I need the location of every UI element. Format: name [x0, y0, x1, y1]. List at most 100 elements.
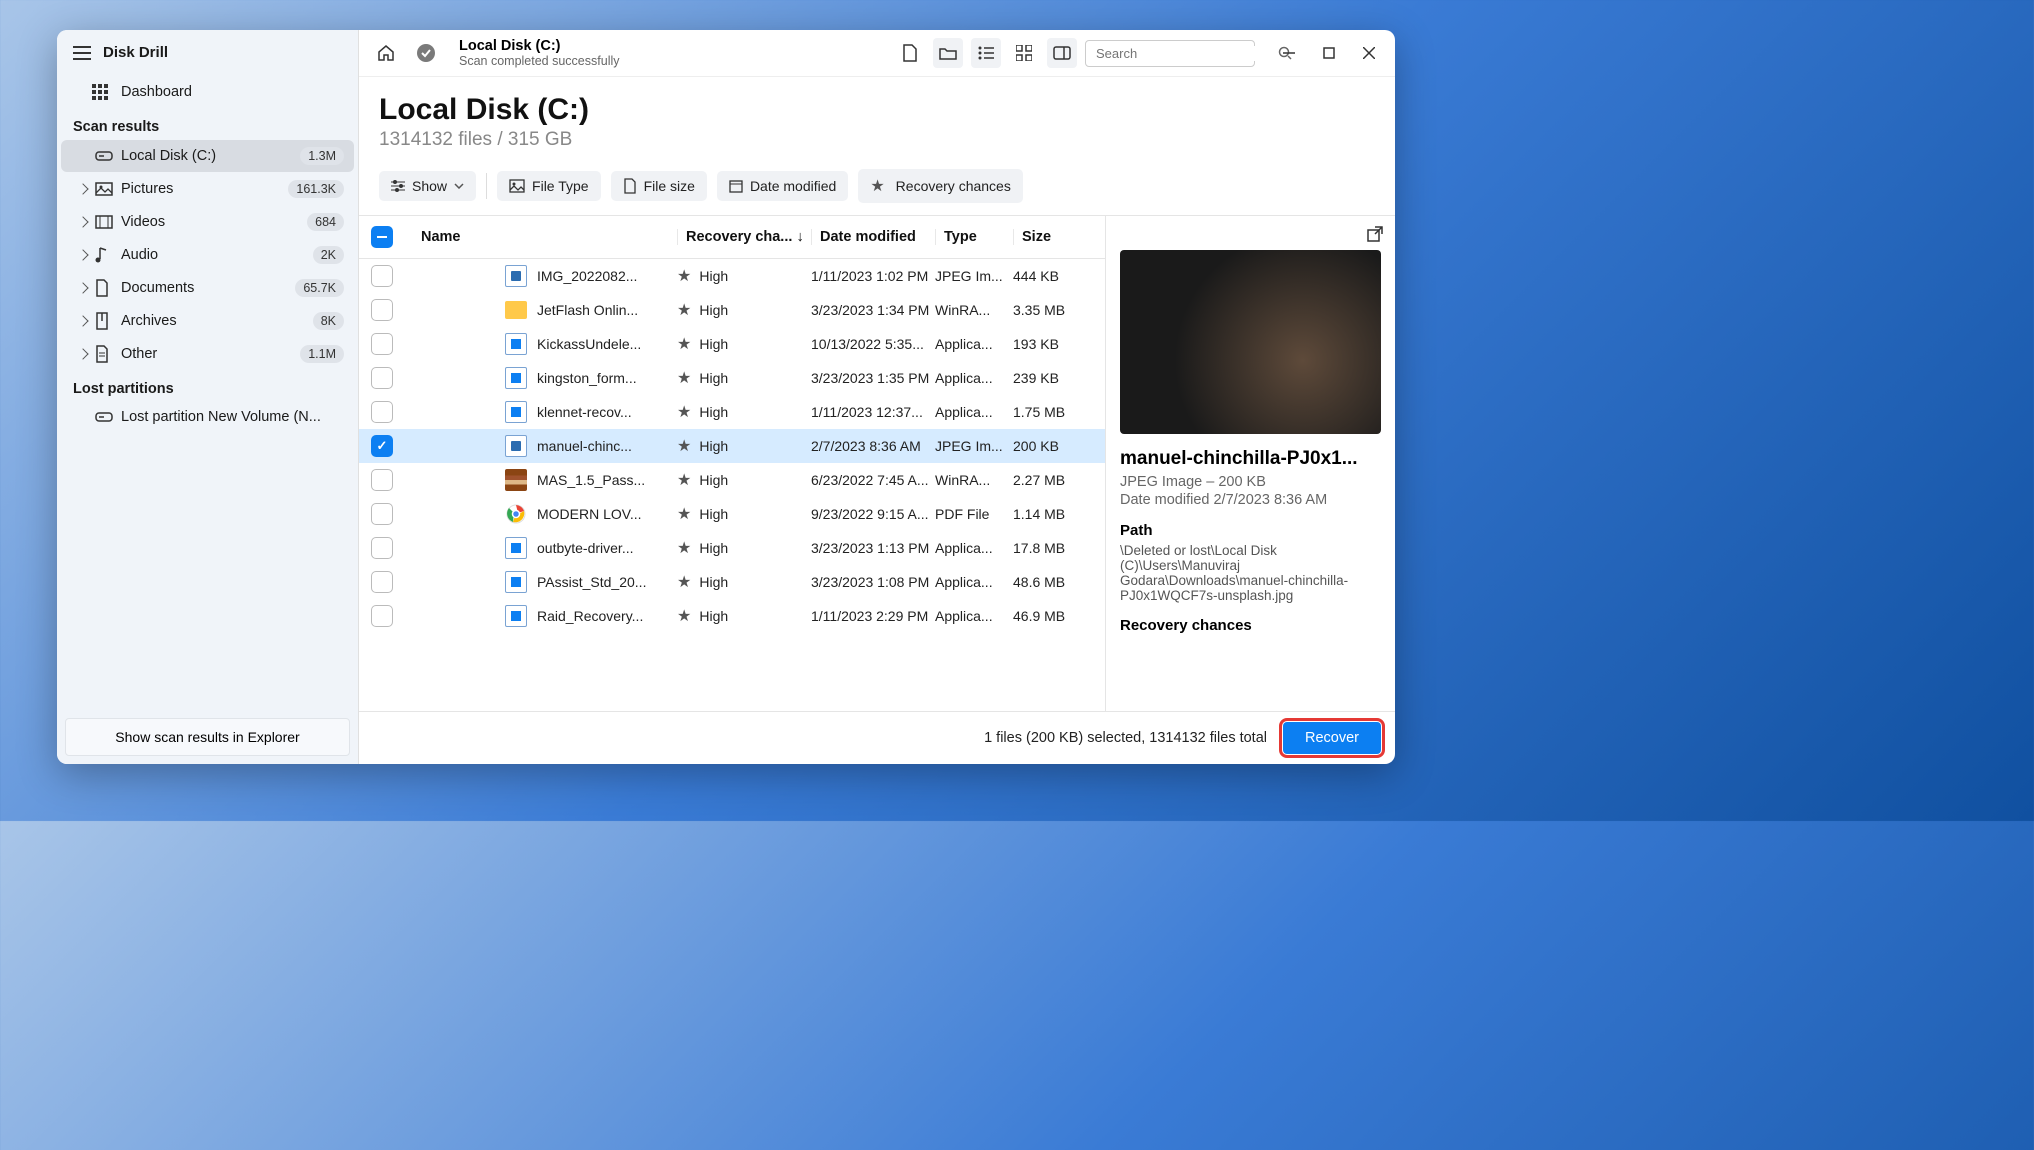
selection-status: 1 files (200 KB) selected, 1314132 files…	[984, 730, 1267, 746]
recovery-filter[interactable]: ★ Recovery chances	[858, 169, 1023, 203]
sidebar-item-label: Videos	[121, 214, 165, 230]
table-row[interactable]: KickassUndele... ★High 10/13/2022 5:35..…	[359, 327, 1105, 361]
table-row[interactable]: IMG_2022082... ★High 1/11/2023 1:02 PM J…	[359, 259, 1105, 293]
filetype-filter[interactable]: File Type	[497, 171, 601, 201]
type-value: JPEG Im...	[935, 268, 1013, 284]
table-row[interactable]: PAssist_Std_20... ★High 3/23/2023 1:08 P…	[359, 565, 1105, 599]
row-checkbox[interactable]	[371, 265, 393, 287]
sidebar-item-audio[interactable]: Audio 2K	[61, 239, 354, 271]
file-icon[interactable]	[895, 38, 925, 68]
dashboard-link[interactable]: Dashboard	[61, 75, 354, 109]
table-header: Name Recovery cha... ↓ Date modified Typ…	[359, 216, 1105, 259]
size-value: 17.8 MB	[1013, 540, 1093, 556]
lost-partition-item[interactable]: Lost partition New Volume (N...	[61, 402, 354, 432]
folder-icon	[505, 301, 527, 319]
recovery-value: High	[699, 540, 728, 556]
preview-date: Date modified 2/7/2023 8:36 AM	[1120, 492, 1381, 508]
select-all-checkbox[interactable]	[371, 226, 393, 248]
panel-toggle-icon[interactable]	[1047, 38, 1077, 68]
column-name[interactable]: Name	[415, 229, 677, 245]
recover-button[interactable]: Recover	[1283, 722, 1381, 754]
page-subtitle: 1314132 files / 315 GB	[379, 129, 1375, 151]
expand-icon[interactable]	[79, 216, 89, 227]
maximize-button[interactable]	[1315, 39, 1343, 67]
type-value: Applica...	[935, 336, 1013, 352]
date-value: 3/23/2023 1:08 PM	[811, 574, 935, 590]
search-box[interactable]	[1085, 40, 1255, 67]
sidebar-item-documents[interactable]: Documents 65.7K	[61, 272, 354, 304]
grid-icon	[91, 83, 109, 101]
row-checkbox[interactable]	[371, 435, 393, 457]
popout-icon[interactable]	[1367, 226, 1383, 242]
file-type-icon	[505, 571, 527, 593]
folder-view-icon[interactable]	[933, 38, 963, 68]
recovery-value: High	[699, 302, 728, 318]
date-value: 1/11/2023 1:02 PM	[811, 268, 935, 284]
grid-view-icon[interactable]	[1009, 38, 1039, 68]
file-name: MAS_1.5_Pass...	[537, 472, 645, 488]
show-filter[interactable]: Show	[379, 171, 476, 201]
row-checkbox[interactable]	[371, 299, 393, 321]
row-checkbox[interactable]	[371, 605, 393, 627]
size-value: 444 KB	[1013, 268, 1093, 284]
expand-icon[interactable]	[79, 282, 89, 293]
file-name: klennet-recov...	[537, 404, 632, 420]
table-row[interactable]: klennet-recov... ★High 1/11/2023 12:37..…	[359, 395, 1105, 429]
row-checkbox[interactable]	[371, 401, 393, 423]
count-badge: 1.3M	[300, 147, 344, 165]
row-checkbox[interactable]	[371, 333, 393, 355]
table-row[interactable]: outbyte-driver... ★High 3/23/2023 1:13 P…	[359, 531, 1105, 565]
minimize-button[interactable]	[1275, 39, 1303, 67]
size-value: 46.9 MB	[1013, 608, 1093, 624]
column-date[interactable]: Date modified	[811, 229, 935, 245]
row-checkbox[interactable]	[371, 469, 393, 491]
row-checkbox[interactable]	[371, 571, 393, 593]
show-in-explorer-button[interactable]: Show scan results in Explorer	[65, 718, 350, 756]
recovery-value: High	[699, 370, 728, 386]
sidebar-item-other[interactable]: Other 1.1M	[61, 338, 354, 370]
table-row[interactable]: MAS_1.5_Pass... ★High 6/23/2022 7:45 A..…	[359, 463, 1105, 497]
sidebar-item-local-disk-c-[interactable]: Local Disk (C:) 1.3M	[61, 140, 354, 172]
type-value: WinRA...	[935, 302, 1013, 318]
preview-type-size: JPEG Image – 200 KB	[1120, 474, 1381, 490]
row-checkbox[interactable]	[371, 503, 393, 525]
main-panel: Local Disk (C:) Scan completed successfu…	[359, 30, 1395, 764]
sidebar-item-pictures[interactable]: Pictures 161.3K	[61, 173, 354, 205]
filesize-filter[interactable]: File size	[611, 171, 707, 201]
table-row[interactable]: kingston_form... ★High 3/23/2023 1:35 PM…	[359, 361, 1105, 395]
row-checkbox[interactable]	[371, 367, 393, 389]
check-status-icon[interactable]	[411, 38, 441, 68]
expand-icon[interactable]	[79, 348, 89, 359]
date-value: 3/23/2023 1:34 PM	[811, 302, 935, 318]
expand-icon[interactable]	[79, 315, 89, 326]
date-value: 9/23/2022 9:15 A...	[811, 506, 935, 522]
scan-results-section: Scan results	[57, 109, 358, 139]
search-input[interactable]	[1096, 46, 1272, 61]
recovery-value: High	[699, 336, 728, 352]
sidebar-item-archives[interactable]: Archives 8K	[61, 305, 354, 337]
sidebar-item-videos[interactable]: Videos 684	[61, 206, 354, 238]
drive-icon	[95, 410, 113, 424]
datemod-filter[interactable]: Date modified	[717, 171, 848, 201]
column-recovery[interactable]: Recovery cha... ↓	[677, 229, 811, 245]
column-size[interactable]: Size	[1013, 229, 1093, 245]
sidebar-item-label: Documents	[121, 280, 194, 296]
table-row[interactable]: JetFlash Onlin... ★High 3/23/2023 1:34 P…	[359, 293, 1105, 327]
home-icon[interactable]	[371, 38, 401, 68]
star-icon: ★	[677, 368, 691, 388]
star-icon: ★	[677, 470, 691, 490]
table-row[interactable]: Raid_Recovery... ★High 1/11/2023 2:29 PM…	[359, 599, 1105, 633]
expand-icon[interactable]	[79, 249, 89, 260]
menu-icon[interactable]	[73, 46, 91, 60]
path-label: Path	[1120, 522, 1381, 539]
table-row[interactable]: MODERN LOV... ★High 9/23/2022 9:15 A... …	[359, 497, 1105, 531]
row-checkbox[interactable]	[371, 537, 393, 559]
file-type-icon	[505, 605, 527, 627]
table-row[interactable]: manuel-chinc... ★High 2/7/2023 8:36 AM J…	[359, 429, 1105, 463]
expand-icon[interactable]	[79, 183, 89, 194]
content-header: Local Disk (C:) 1314132 files / 315 GB	[359, 77, 1395, 163]
column-type[interactable]: Type	[935, 229, 1013, 245]
close-button[interactable]	[1355, 39, 1383, 67]
preview-thumbnail	[1120, 250, 1381, 434]
list-view-icon[interactable]	[971, 38, 1001, 68]
